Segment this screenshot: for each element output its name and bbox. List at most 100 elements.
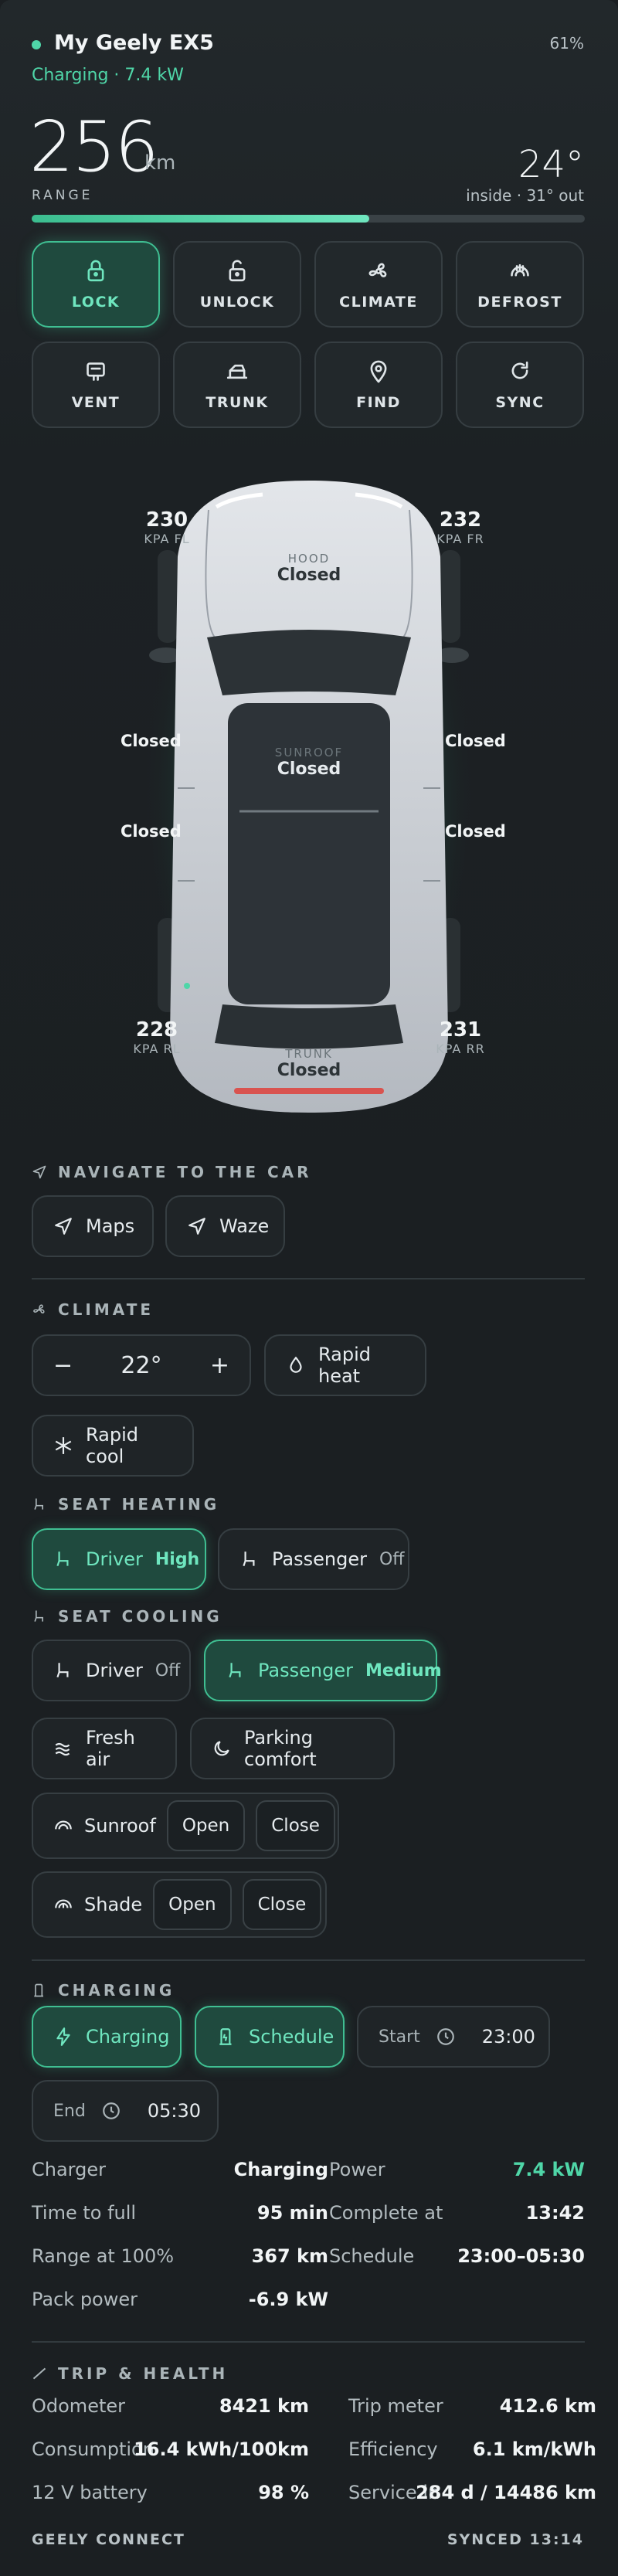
rapid-heat-button[interactable]: Rapid heat xyxy=(264,1334,426,1396)
rapid-cool-button[interactable]: Rapid cool xyxy=(32,1415,194,1477)
sunroof-status: SUNROOF Closed xyxy=(247,746,371,779)
seat-cooling-title: SEAT COOLING xyxy=(32,1607,222,1626)
tire-rr-value: 231 xyxy=(439,1018,482,1042)
heat-driver-button[interactable]: Driver High xyxy=(32,1528,206,1590)
cool-driver-state: Off xyxy=(154,1660,181,1681)
trip-stat-value: 98 % xyxy=(258,2482,309,2503)
lock-icon xyxy=(87,260,104,282)
quick-action-defrost-button[interactable]: DEFROST xyxy=(456,241,584,328)
clock-icon xyxy=(436,2028,454,2045)
end-label: End xyxy=(53,2101,86,2121)
navigation-arrow-icon xyxy=(188,1218,205,1235)
range-bar xyxy=(32,215,585,223)
heat-passenger-label: Passenger xyxy=(272,1548,367,1570)
start-time-field[interactable]: Start 23:00 xyxy=(357,2006,550,2068)
cool-passenger-label: Passenger xyxy=(258,1660,353,1681)
seat-icon xyxy=(34,1498,43,1510)
quick-action-lock-button[interactable]: LOCK xyxy=(32,241,160,328)
lightning-icon xyxy=(56,2027,70,2046)
charging-stat-value: 95 min xyxy=(256,2202,328,2224)
cool-passenger-state: Medium xyxy=(365,1660,442,1681)
charging-stat-key: Pack power xyxy=(32,2289,138,2310)
quick-action-sync-button[interactable]: SYNC xyxy=(456,342,584,428)
decrease-temp-button[interactable]: − xyxy=(53,1352,73,1379)
charger-icon xyxy=(34,1983,43,1997)
divider xyxy=(32,2341,585,2343)
sunroof-open-button[interactable]: Open xyxy=(166,1800,246,1851)
quick-action-label: VENT xyxy=(71,394,121,411)
charging-stat-value: 7.4 kW xyxy=(512,2159,585,2180)
tire-fl-label: KPA FL xyxy=(144,532,190,546)
charger-icon xyxy=(219,2028,232,2045)
schedule-toggle-label: Schedule xyxy=(249,2026,334,2048)
quick-action-label: FIND xyxy=(356,394,401,411)
charging-stat-value: -6.9 kW xyxy=(248,2289,328,2310)
hood-caption: HOOD xyxy=(287,552,331,566)
maps-button[interactable]: Maps xyxy=(32,1195,154,1257)
quick-action-label: LOCK xyxy=(71,294,121,311)
charging-stat-value: 13:42 xyxy=(525,2202,585,2224)
parking-comfort-label: Parking comfort xyxy=(244,1727,317,1770)
temperature-stepper: − 22° + xyxy=(32,1334,251,1396)
cool-passenger-button[interactable]: Passenger Medium xyxy=(204,1640,442,1701)
quick-action-climate-button[interactable]: CLIMATE xyxy=(314,241,443,328)
shade-control: Shade Open Close xyxy=(32,1871,327,1938)
tire-fr-label: KPA FR xyxy=(436,532,484,546)
door-fl-status: Closed xyxy=(121,732,182,750)
cool-driver-button[interactable]: Driver Off xyxy=(32,1640,191,1701)
shade-icon xyxy=(55,1899,72,1908)
door-rr-status: Closed xyxy=(445,822,506,841)
quick-action-find-button[interactable]: FIND xyxy=(314,342,443,428)
tire-rl: 228 KPA RL xyxy=(126,1018,188,1056)
trip-stat-value: 8421 km xyxy=(219,2395,309,2417)
increase-temp-button[interactable]: + xyxy=(210,1352,229,1379)
charging-stat-value: Charging xyxy=(233,2159,328,2180)
end-time-field[interactable]: End 05:30 xyxy=(32,2080,219,2142)
trend-line-icon xyxy=(32,2367,46,2380)
charging-stat-key: Charger xyxy=(32,2159,106,2180)
heat-passenger-button[interactable]: Passenger Off xyxy=(218,1528,409,1590)
trunk-caption: TRUNK xyxy=(285,1047,333,1061)
sunroof-control: Sunroof Open Close xyxy=(32,1793,339,1859)
clock-icon xyxy=(102,2102,120,2119)
refresh-icon xyxy=(511,361,528,379)
parking-comfort-button[interactable]: Parking comfort xyxy=(190,1718,395,1779)
shade-open-button[interactable]: Open xyxy=(153,1879,232,1930)
quick-action-label: UNLOCK xyxy=(199,294,275,311)
sunroof-value: Closed xyxy=(277,760,341,779)
quick-action-unlock-button[interactable]: UNLOCK xyxy=(173,241,301,328)
waze-button[interactable]: Waze xyxy=(165,1195,285,1257)
shade-close-button[interactable]: Close xyxy=(242,1879,322,1930)
charging-toggle-button[interactable]: Charging xyxy=(32,2006,182,2068)
quick-action-label: DEFROST xyxy=(477,294,562,311)
sync-status: SYNCED 13:14 xyxy=(447,2531,584,2548)
tire-fr-value: 232 xyxy=(439,508,482,532)
heat-driver-state: High xyxy=(154,1549,200,1569)
trip-title-text: TRIP & HEALTH xyxy=(58,2364,229,2383)
quick-action-vent-button[interactable]: VENT xyxy=(32,342,160,428)
sunroof-close-button[interactable]: Close xyxy=(256,1800,335,1851)
seat-cooling-title-text: SEAT COOLING xyxy=(58,1607,222,1626)
seat-heating-title-text: SEAT HEATING xyxy=(58,1495,220,1514)
trip-stat-value: 16.4 kWh/100km xyxy=(134,2438,309,2460)
charging-title-text: CHARGING xyxy=(58,1981,175,2000)
seat-icon xyxy=(56,1663,69,1678)
sunroof-label: Sunroof xyxy=(84,1815,156,1837)
schedule-toggle-button[interactable]: Schedule xyxy=(195,2006,345,2068)
seat-icon xyxy=(229,1663,241,1678)
charging-section-title: CHARGING xyxy=(32,1981,175,2000)
start-time-value: 23:00 xyxy=(481,2026,535,2048)
airflow-icon xyxy=(55,1742,70,1756)
trip-stat-key: Efficiency xyxy=(348,2438,438,2460)
range-unit: km xyxy=(144,151,176,175)
heat-driver-label: Driver xyxy=(86,1548,143,1570)
fresh-air-button[interactable]: Fresh air xyxy=(32,1718,177,1779)
charging-stat-key: Time to full xyxy=(32,2202,137,2224)
seat-icon xyxy=(243,1551,255,1567)
start-label: Start xyxy=(379,2027,420,2047)
trip-stat-key: Trip meter xyxy=(348,2395,443,2417)
navigate-title-text: NAVIGATE TO THE CAR xyxy=(58,1163,312,1181)
tire-fl: 230 KPA FL xyxy=(136,508,198,546)
quick-action-trunk-button[interactable]: TRUNK xyxy=(173,342,301,428)
tire-rr-label: KPA RR xyxy=(436,1042,485,1056)
